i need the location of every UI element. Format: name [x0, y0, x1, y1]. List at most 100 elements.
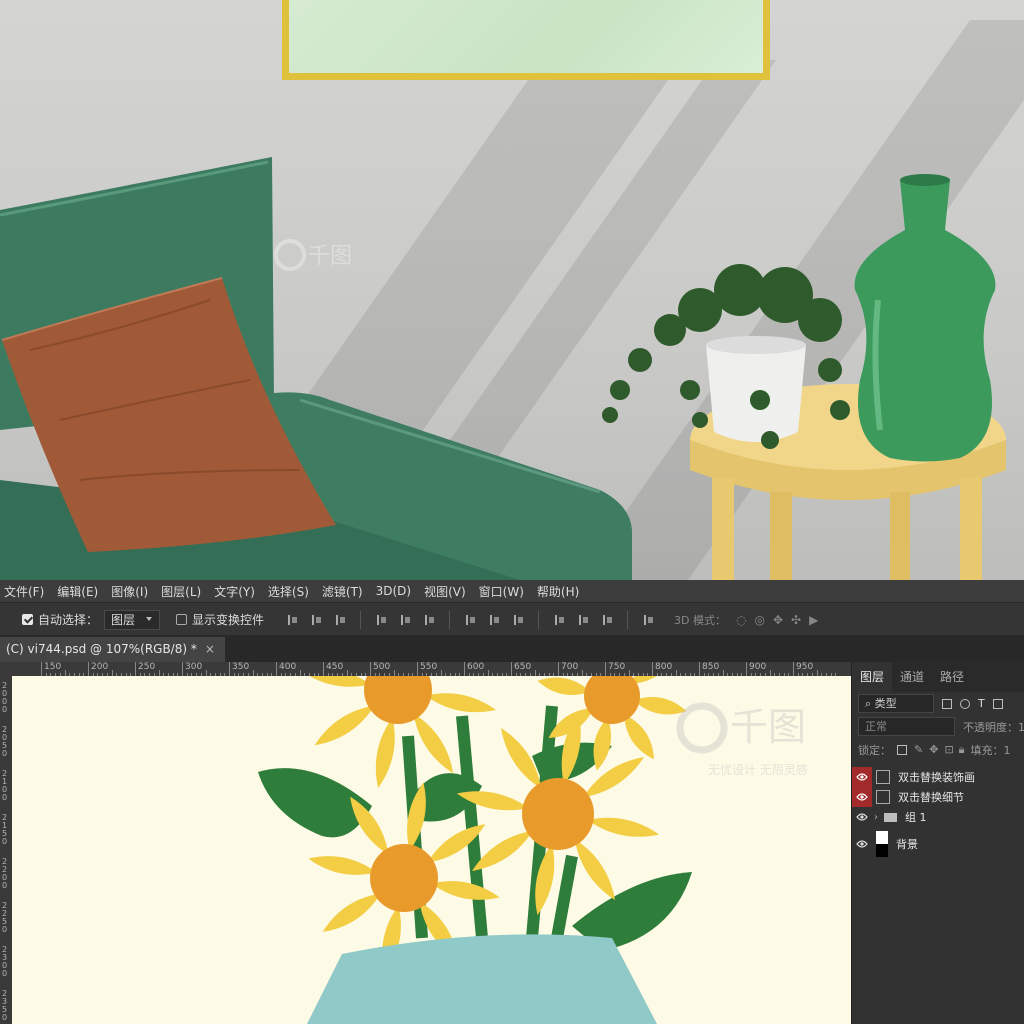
menu-layer[interactable]: 图层(L) [157, 583, 210, 600]
3d-roll-icon[interactable]: ◎ [755, 613, 765, 627]
petal [471, 830, 533, 872]
ruler-label: 250 [138, 662, 156, 672]
filter-type-icon[interactable]: T [978, 697, 985, 710]
ruler-tick [417, 662, 418, 676]
menu-type[interactable]: 文字(Y) [210, 583, 264, 600]
lock-row: 锁定： ✎ ✥ ⊡ 🔒︎ 填充：1 [852, 738, 1024, 761]
menu-file[interactable]: 文件(F) [0, 583, 53, 600]
align-top-icon[interactable] [286, 614, 298, 626]
layer-row[interactable]: 双击替换装饰画 [852, 767, 1024, 787]
ruler-tick [746, 662, 747, 676]
ruler-label: 650 [514, 662, 532, 672]
petal [413, 713, 454, 774]
ruler-label: 2250 [2, 901, 8, 934]
document-tab[interactable]: (C) vi744.psd @ 107%(RGB/8) * × [0, 637, 225, 662]
ruler-label: 700 [561, 662, 579, 672]
filter-pixel-icon[interactable] [942, 698, 952, 709]
distribute-right-icon[interactable] [601, 614, 613, 626]
lock-transparent-icon[interactable] [897, 744, 907, 755]
align-right-icon[interactable] [423, 614, 435, 626]
3d-drag-icon[interactable]: ✥ [773, 613, 783, 627]
layer-row[interactable]: › 组 1 [852, 807, 1024, 827]
ruler-tick [182, 662, 183, 676]
sunflower [456, 712, 660, 916]
lock-artboard-icon[interactable]: ⊡ [944, 743, 953, 756]
align-vcenter-icon[interactable] [310, 614, 322, 626]
layers-panel: 图层 通道 路径 ⌕ 类型 T 正常 不透明度：1 锁定： ✎ ✥ ⊡ 🔒︎ 填… [851, 662, 1024, 1024]
ruler-label: 2000 [2, 681, 8, 714]
lock-move-icon[interactable]: ✥ [929, 743, 938, 756]
ruler-tick [699, 662, 700, 676]
ruler-tick [276, 662, 277, 676]
filter-adjust-icon[interactable] [960, 698, 970, 709]
interior-photo: 千图 [0, 0, 1024, 580]
3d-orbit-icon[interactable]: ◌ [736, 613, 746, 627]
blend-mode-dropdown[interactable]: 正常 [858, 717, 955, 736]
menu-select[interactable]: 选择(S) [264, 583, 318, 600]
visibility-eye-icon[interactable] [852, 807, 872, 827]
layer-row[interactable]: 双击替换细节 [852, 787, 1024, 807]
ruler-label: 2200 [2, 857, 8, 890]
auto-select-target-dropdown[interactable]: 图层 [104, 609, 161, 630]
petal [574, 839, 616, 901]
3d-slide-icon[interactable]: ✣ [791, 613, 801, 627]
petal [425, 693, 497, 713]
lock-paint-icon[interactable]: ✎ [914, 743, 923, 756]
green-vase [854, 174, 996, 462]
visibility-eye-icon[interactable] [852, 767, 872, 787]
ruler-label: 2050 [2, 725, 8, 758]
ruler-label: 2350 [2, 989, 8, 1022]
distribute-left-icon[interactable] [553, 614, 565, 626]
chevron-right-icon[interactable]: › [874, 812, 878, 823]
distribute-vcenter-icon[interactable] [488, 614, 500, 626]
lock-all-icon[interactable]: 🔒︎ [959, 743, 965, 757]
menu-edit[interactable]: 编辑(E) [53, 583, 107, 600]
flower-center [522, 778, 594, 850]
ruler-label: 200 [91, 662, 109, 672]
align-hcenter-icon[interactable] [399, 614, 411, 626]
menu-image[interactable]: 图像(I) [107, 583, 157, 600]
3d-scale-icon[interactable]: ▶ [809, 613, 818, 627]
filter-kind-dropdown[interactable]: ⌕ 类型 [858, 694, 934, 713]
layer-name: 双击替换装饰画 [898, 771, 975, 784]
distribute-hcenter-icon[interactable] [577, 614, 589, 626]
menu-3d[interactable]: 3D(D) [372, 584, 420, 598]
opacity-label[interactable]: 不透明度：1 [963, 719, 1024, 735]
fill-label[interactable]: 填充：1 [971, 742, 1011, 758]
ruler-label: 750 [608, 662, 626, 672]
toolbar-divider [538, 610, 540, 629]
ruler-label: 900 [749, 662, 767, 672]
auto-select-checkbox[interactable] [22, 614, 33, 625]
filter-row: ⌕ 类型 T [852, 692, 1024, 715]
flower-center [370, 844, 438, 912]
menu-help[interactable]: 帮助(H) [533, 583, 588, 600]
layer-name: 组 1 [905, 811, 927, 824]
stem [551, 854, 578, 940]
filter-shape-icon[interactable] [992, 698, 1003, 709]
petal [309, 676, 371, 687]
visibility-eye-icon[interactable] [852, 787, 872, 807]
visibility-eye-icon[interactable] [852, 834, 872, 854]
flower-center [364, 676, 432, 724]
blend-row: 正常 不透明度：1 [852, 715, 1024, 738]
menu-filter[interactable]: 滤镜(T) [318, 583, 372, 600]
vertical-ruler: 2000 2050 2100 2150 2200 2250 2300 2350 [0, 676, 12, 1024]
align-bottom-icon[interactable] [334, 614, 346, 626]
menu-view[interactable]: 视图(V) [420, 583, 475, 600]
close-icon[interactable]: × [205, 637, 215, 662]
ruler-tick [464, 662, 465, 676]
tab-layers[interactable]: 图层 [852, 662, 893, 692]
tab-channels[interactable]: 通道 [892, 662, 932, 692]
ruler-label: 2100 [2, 769, 8, 802]
document-canvas[interactable] [12, 676, 851, 1024]
auto-align-icon[interactable] [642, 614, 654, 626]
align-left-icon[interactable] [375, 614, 387, 626]
distribute-top-icon[interactable] [464, 614, 476, 626]
distribute-bottom-icon[interactable] [512, 614, 524, 626]
ruler-tick [135, 662, 136, 676]
menu-window[interactable]: 窗口(W) [475, 583, 533, 600]
petal [624, 714, 654, 760]
show-transform-checkbox[interactable] [176, 614, 188, 625]
layer-row[interactable]: 背景 [852, 827, 1024, 861]
tab-paths[interactable]: 路径 [932, 662, 972, 692]
